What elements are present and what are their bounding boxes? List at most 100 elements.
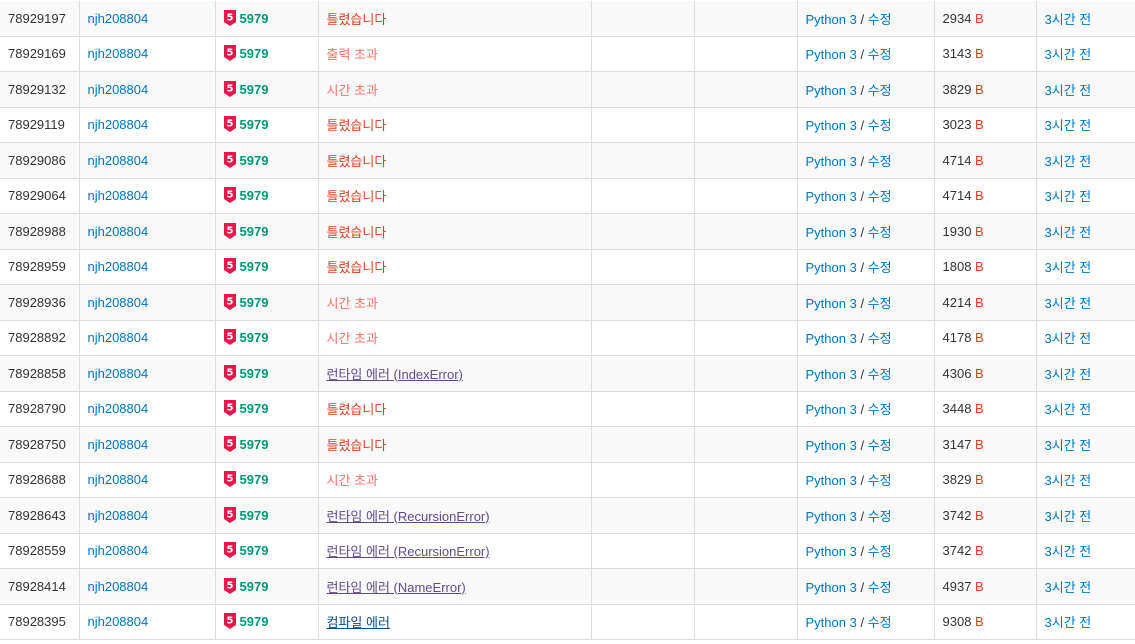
submitted-time-link[interactable]: 3시간 전	[1045, 12, 1092, 27]
edit-link[interactable]: 수정	[868, 473, 892, 488]
user-link[interactable]: njh208804	[88, 437, 149, 452]
problem-link[interactable]: 5979	[240, 473, 269, 488]
user-link[interactable]: njh208804	[88, 579, 149, 594]
problem-link[interactable]: 5979	[240, 615, 269, 630]
submitted-time-link[interactable]: 3시간 전	[1045, 83, 1092, 98]
memory-cell	[591, 284, 695, 321]
problem-link[interactable]: 5979	[240, 579, 269, 594]
submitted-time-link[interactable]: 3시간 전	[1045, 47, 1092, 62]
edit-link[interactable]: 수정	[868, 12, 892, 27]
problem-link[interactable]: 5979	[240, 153, 269, 168]
user-link[interactable]: njh208804	[88, 472, 149, 487]
submitted-time-link[interactable]: 3시간 전	[1045, 260, 1092, 275]
submitted-time-link[interactable]: 3시간 전	[1045, 544, 1092, 559]
language-link[interactable]: Python 3	[806, 260, 857, 275]
submitted-time-link[interactable]: 3시간 전	[1045, 118, 1092, 133]
problem-link[interactable]: 5979	[240, 118, 269, 133]
problem-link[interactable]: 5979	[240, 82, 269, 97]
submitted-time-link[interactable]: 3시간 전	[1045, 402, 1092, 417]
language-link[interactable]: Python 3	[806, 12, 857, 27]
language-link[interactable]: Python 3	[806, 509, 857, 524]
language-cell: Python 3 / 수정	[797, 249, 935, 285]
language-link[interactable]: Python 3	[806, 580, 857, 595]
problem-link[interactable]: 5979	[240, 260, 269, 275]
user-link[interactable]: njh208804	[88, 401, 149, 416]
problem-link[interactable]: 5979	[240, 402, 269, 417]
problem-link[interactable]: 5979	[240, 366, 269, 381]
submitted-time-link[interactable]: 3시간 전	[1045, 225, 1092, 240]
code-length: 3829	[942, 472, 972, 488]
user-cell: njh208804	[79, 497, 216, 534]
edit-link[interactable]: 수정	[868, 154, 892, 169]
submitted-time-link[interactable]: 3시간 전	[1045, 615, 1092, 630]
language-link[interactable]: Python 3	[806, 83, 857, 98]
table-row: 78928858 njh208804 5 5979 런타임 에러 (IndexE…	[0, 355, 1135, 392]
problem-link[interactable]: 5979	[240, 189, 269, 204]
user-link[interactable]: njh208804	[88, 46, 149, 61]
user-link[interactable]: njh208804	[88, 543, 149, 558]
edit-link[interactable]: 수정	[868, 544, 892, 559]
user-link[interactable]: njh208804	[88, 295, 149, 310]
submitted-time-link[interactable]: 3시간 전	[1045, 473, 1092, 488]
user-link[interactable]: njh208804	[88, 508, 149, 523]
edit-link[interactable]: 수정	[868, 118, 892, 133]
result-text: 런타임 에러 (RecursionError)	[326, 544, 490, 560]
user-link[interactable]: njh208804	[88, 330, 149, 345]
problem-link[interactable]: 5979	[240, 47, 269, 62]
language-link[interactable]: Python 3	[806, 118, 857, 133]
result-text: 틀렸습니다	[326, 189, 387, 205]
problem-link[interactable]: 5979	[240, 508, 269, 523]
submitted-time-link[interactable]: 3시간 전	[1045, 154, 1092, 169]
user-link[interactable]: njh208804	[88, 117, 149, 132]
language-link[interactable]: Python 3	[806, 154, 857, 169]
submitted-time-link[interactable]: 3시간 전	[1045, 580, 1092, 595]
ruby-5-tier-icon: 5	[223, 613, 236, 630]
problem-link[interactable]: 5979	[240, 437, 269, 452]
language-link[interactable]: Python 3	[806, 367, 857, 382]
edit-link[interactable]: 수정	[868, 331, 892, 346]
user-link[interactable]: njh208804	[88, 366, 149, 381]
user-link[interactable]: njh208804	[88, 224, 149, 239]
language-link[interactable]: Python 3	[806, 296, 857, 311]
problem-link[interactable]: 5979	[240, 544, 269, 559]
submitted-time-link[interactable]: 3시간 전	[1045, 367, 1092, 382]
edit-link[interactable]: 수정	[868, 260, 892, 275]
submitted-time-link[interactable]: 3시간 전	[1045, 438, 1092, 453]
edit-link[interactable]: 수정	[868, 438, 892, 453]
edit-link[interactable]: 수정	[868, 189, 892, 204]
language-link[interactable]: Python 3	[806, 225, 857, 240]
submitted-time-link[interactable]: 3시간 전	[1045, 296, 1092, 311]
problem-link[interactable]: 5979	[240, 224, 269, 239]
edit-link[interactable]: 수정	[868, 509, 892, 524]
language-link[interactable]: Python 3	[806, 544, 857, 559]
submitted-time-link[interactable]: 3시간 전	[1045, 509, 1092, 524]
user-link[interactable]: njh208804	[88, 153, 149, 168]
language-link[interactable]: Python 3	[806, 615, 857, 630]
language-link[interactable]: Python 3	[806, 47, 857, 62]
user-link[interactable]: njh208804	[88, 82, 149, 97]
submitted-time-link[interactable]: 3시간 전	[1045, 331, 1092, 346]
problem-link[interactable]: 5979	[240, 11, 269, 26]
separator: /	[856, 118, 868, 134]
user-link[interactable]: njh208804	[88, 259, 149, 274]
user-link[interactable]: njh208804	[88, 11, 149, 26]
submitted-time-link[interactable]: 3시간 전	[1045, 189, 1092, 204]
edit-link[interactable]: 수정	[868, 615, 892, 630]
edit-link[interactable]: 수정	[868, 225, 892, 240]
edit-link[interactable]: 수정	[868, 83, 892, 98]
language-link[interactable]: Python 3	[806, 402, 857, 417]
problem-link[interactable]: 5979	[240, 295, 269, 310]
edit-link[interactable]: 수정	[868, 402, 892, 417]
user-link[interactable]: njh208804	[88, 188, 149, 203]
language-link[interactable]: Python 3	[806, 473, 857, 488]
edit-link[interactable]: 수정	[868, 367, 892, 382]
edit-link[interactable]: 수정	[868, 580, 892, 595]
edit-link[interactable]: 수정	[868, 47, 892, 62]
language-link[interactable]: Python 3	[806, 189, 857, 204]
problem-cell: 5 5979	[215, 213, 319, 250]
edit-link[interactable]: 수정	[868, 296, 892, 311]
language-link[interactable]: Python 3	[806, 331, 857, 346]
language-link[interactable]: Python 3	[806, 438, 857, 453]
problem-link[interactable]: 5979	[240, 331, 269, 346]
user-link[interactable]: njh208804	[88, 614, 149, 629]
